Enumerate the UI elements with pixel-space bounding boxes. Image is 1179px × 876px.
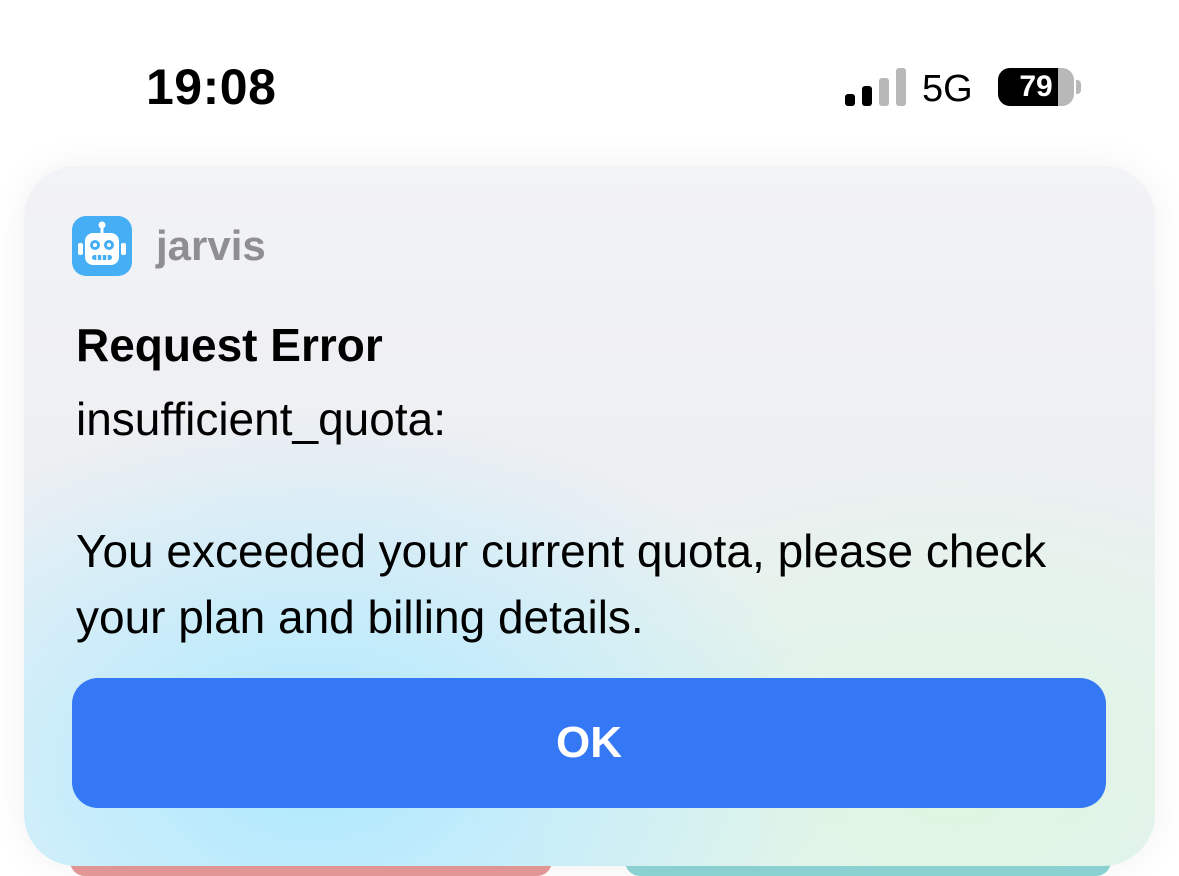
- status-bar: 19:08 5G 79: [0, 0, 1179, 150]
- signal-bar: [862, 86, 872, 106]
- signal-bar: [845, 94, 855, 106]
- robot-icon: [72, 216, 132, 276]
- ok-button[interactable]: OK: [72, 678, 1106, 808]
- cellular-signal-icon: [845, 68, 907, 106]
- app-name: jarvis: [156, 222, 266, 269]
- signal-bar: [879, 78, 889, 106]
- alert-message: insufficient_quota: You exceeded your cu…: [76, 393, 1047, 643]
- alert-title: Request Error: [76, 319, 383, 371]
- battery-nub: [1076, 80, 1081, 94]
- signal-bar: [896, 68, 906, 106]
- alert-dialog: jarvis Request Error insufficient_quota:…: [24, 166, 1155, 866]
- network-type: 5G: [922, 68, 973, 110]
- battery-level: 79: [1019, 70, 1053, 103]
- status-time: 19:08: [146, 59, 277, 115]
- battery-icon: 79: [998, 68, 1074, 106]
